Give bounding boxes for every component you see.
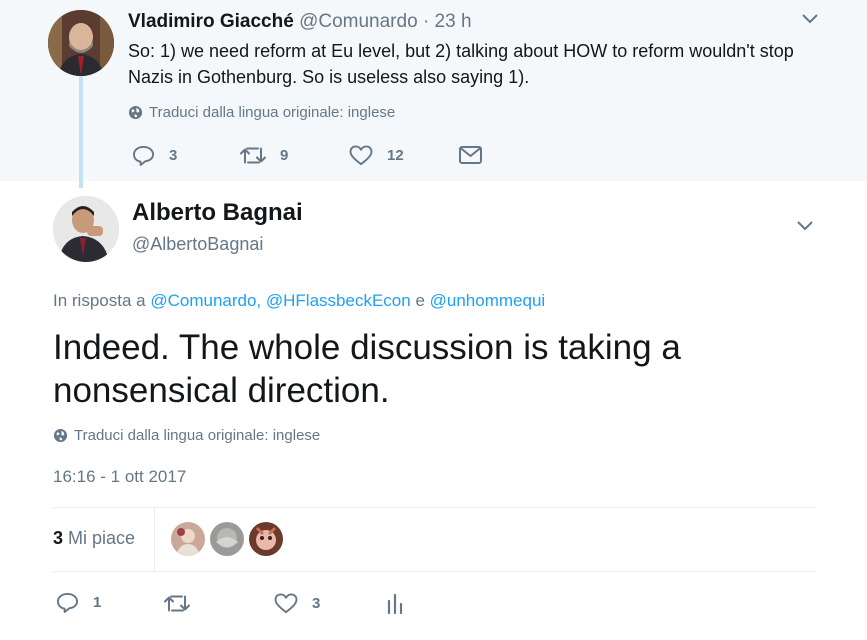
like-icon: [349, 145, 373, 166]
liker-avatar[interactable]: [249, 522, 283, 556]
retweet-button[interactable]: [164, 593, 204, 614]
tweet-time[interactable]: 23 h: [435, 11, 472, 32]
likes-row: 3 Mi piace: [53, 508, 816, 571]
like-icon: [274, 593, 298, 614]
reply-count: 3: [169, 147, 178, 164]
author-handle[interactable]: @Comunardo: [299, 11, 418, 32]
reply-context: In risposta a @Comunardo, @HFlassbeckEco…: [53, 290, 545, 312]
author-name[interactable]: Alberto Bagnai: [132, 199, 303, 227]
separator: ·: [422, 11, 430, 32]
translate-label: Traduci dalla lingua originale: inglese: [149, 104, 396, 121]
globe-icon: [128, 105, 143, 120]
reply-conj: e: [415, 291, 425, 310]
likes-number: 3: [53, 528, 64, 548]
likes-summary[interactable]: 3 Mi piace: [53, 528, 135, 549]
likes-label: Mi piace: [68, 528, 136, 548]
avatar[interactable]: [48, 10, 114, 76]
tweet-text: Indeed. The whole discussion is taking a…: [53, 328, 681, 410]
reply-button[interactable]: 3: [132, 145, 177, 166]
reply-icon: [57, 592, 78, 613]
tweet-header: Vladimiro Giacché @Comunardo · 23 h: [128, 11, 472, 33]
translate-label: Traduci dalla lingua originale: inglese: [74, 427, 321, 444]
retweet-button[interactable]: 9: [240, 145, 288, 166]
thread-line: [79, 76, 83, 188]
like-count: 3: [312, 595, 321, 612]
author-handle[interactable]: @AlbertoBagnai: [132, 233, 263, 255]
reply-button[interactable]: 1: [56, 592, 101, 613]
translate-link[interactable]: Traduci dalla lingua originale: inglese: [128, 104, 395, 121]
parent-tweet[interactable]: Vladimiro Giacché @Comunardo · 23 h So: …: [0, 0, 867, 188]
globe-icon: [53, 428, 68, 443]
liker-avatar[interactable]: [171, 522, 205, 556]
retweet-icon: [164, 595, 190, 612]
reply-user-link[interactable]: @unhommequi: [430, 291, 546, 310]
divider: [53, 571, 816, 572]
analytics-icon: [387, 593, 403, 614]
liker-avatar[interactable]: [210, 522, 244, 556]
reply-icon: [133, 145, 154, 166]
reply-count: 1: [93, 594, 102, 611]
retweet-icon: [240, 147, 266, 164]
like-count: 12: [387, 147, 404, 164]
like-button[interactable]: 3: [274, 593, 320, 614]
chevron-down-icon[interactable]: [801, 12, 819, 30]
retweet-count: 9: [280, 147, 289, 164]
avatar[interactable]: [53, 196, 119, 262]
dm-button[interactable]: [459, 146, 482, 164]
author-name[interactable]: Vladimiro Giacché: [128, 11, 294, 32]
tweet-timestamp[interactable]: 16:16 - 1 ott 2017: [53, 467, 186, 487]
reply-user-link[interactable]: @Comunardo,: [150, 291, 261, 310]
analytics-button[interactable]: [387, 593, 403, 614]
translate-link[interactable]: Traduci dalla lingua originale: inglese: [53, 427, 320, 444]
chevron-down-icon[interactable]: [796, 219, 814, 237]
divider: [154, 508, 155, 571]
like-button[interactable]: 12: [349, 145, 404, 166]
tweet-text: So: 1) we need reform at Eu level, but 2…: [128, 41, 794, 87]
dm-icon: [459, 146, 482, 164]
reply-user-link[interactable]: @HFlassbeckEcon: [266, 291, 411, 310]
reply-prefix: In risposta a: [53, 291, 146, 310]
